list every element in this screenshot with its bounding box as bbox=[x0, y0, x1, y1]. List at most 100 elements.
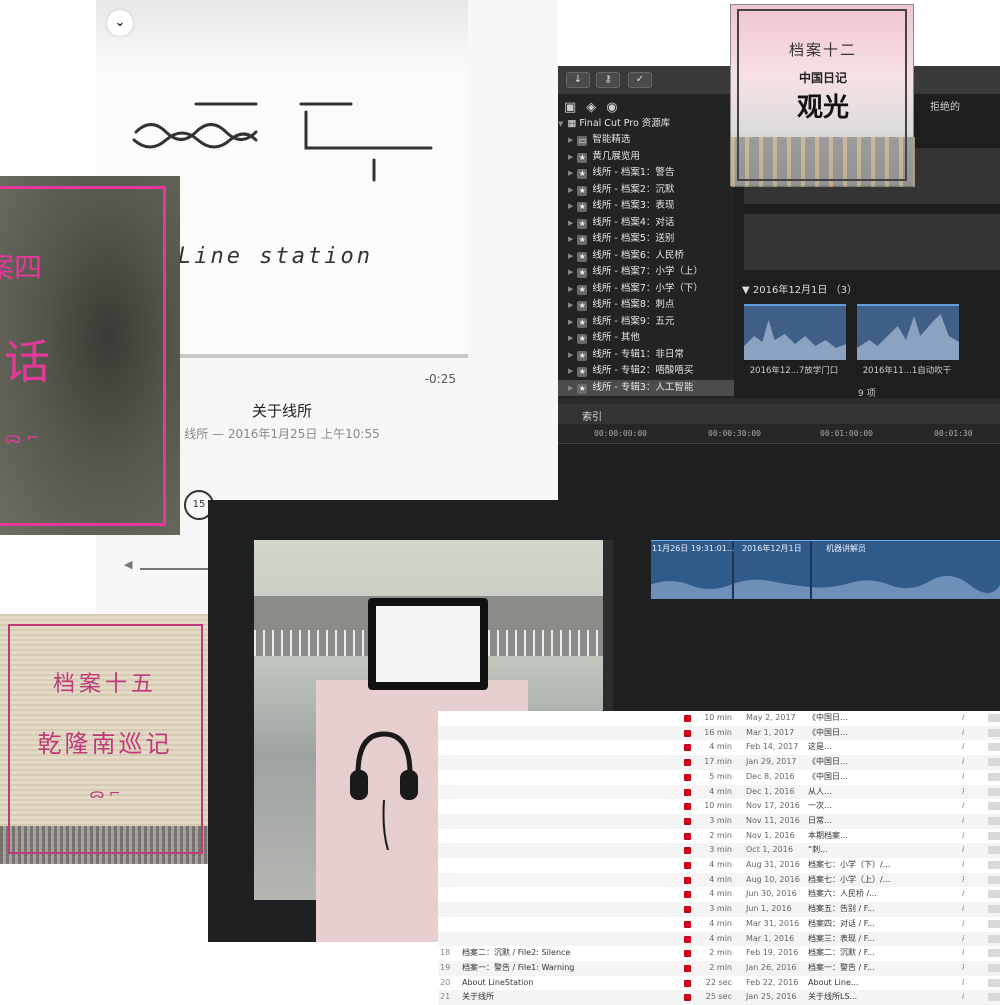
episode-row[interactable]: 3 min Oct 1, 2016 “刺... i bbox=[438, 843, 1000, 858]
episode-row[interactable]: 4 min Aug 31, 2016 档案七：小学（下）/... i bbox=[438, 858, 1000, 873]
cover-file-15: 档案十五 乾隆南巡记 ᯅ ⌐ bbox=[0, 614, 210, 864]
episode-description: 从人... bbox=[808, 786, 832, 796]
library-event-item[interactable]: ▶ ★ 线所 - 档案3：表现 bbox=[558, 198, 734, 214]
episode-duration: 4 min bbox=[709, 860, 732, 869]
info-icon[interactable]: i bbox=[962, 726, 964, 741]
info-icon[interactable]: i bbox=[962, 740, 964, 755]
library-event-item[interactable]: ▶ ★ 线所 - 其他 bbox=[558, 330, 734, 346]
cover-name: 观光 bbox=[796, 93, 849, 123]
play-count-bar bbox=[988, 758, 1000, 767]
episode-row[interactable]: 4 min Feb 14, 2017 这是... i bbox=[438, 740, 1000, 755]
library-event-item[interactable]: ▶ ★ 线所 - 专辑3：人工智能 bbox=[558, 379, 734, 396]
library-event-item[interactable]: ▶ ★ 线所 - 档案7：小学（下） bbox=[558, 281, 734, 297]
checkmark-icon[interactable]: ✓ bbox=[628, 72, 652, 88]
episode-row[interactable]: 5 min Dec 8, 2016 《中国日... i bbox=[438, 770, 1000, 785]
event-star-icon: ★ bbox=[577, 251, 588, 262]
play-count-bar bbox=[988, 816, 1000, 825]
library-root[interactable]: ▼ ▦ Final Cut Pro 资源库 bbox=[558, 116, 734, 132]
info-icon[interactable]: i bbox=[962, 873, 964, 888]
library-event-item[interactable]: ▶ ★ 黄几展览用 bbox=[558, 149, 734, 165]
episode-row[interactable]: 18 档案二：沉默 / File2: Silence 2 min Feb 19, 20… bbox=[438, 946, 1000, 961]
import-icon[interactable]: ↓ bbox=[566, 72, 590, 88]
episode-row[interactable]: 2 min Nov 1, 2016 本期档案... i bbox=[438, 829, 1000, 844]
episode-date: Nov 1, 2016 bbox=[746, 830, 795, 840]
date-group-header[interactable]: ▼ 2016年12月1日 （3） bbox=[742, 281, 857, 296]
timeline-index-button[interactable]: 索引 bbox=[582, 408, 602, 423]
episode-row[interactable]: 10 min May 2, 2017 《中国日... i bbox=[438, 711, 1000, 726]
playback-progress-bar[interactable] bbox=[180, 354, 468, 358]
event-star-icon: ★ bbox=[577, 301, 588, 311]
episode-number: 20 bbox=[440, 977, 451, 987]
info-icon[interactable]: i bbox=[962, 785, 964, 800]
info-icon[interactable]: i bbox=[962, 961, 964, 976]
download-status-icon bbox=[684, 715, 691, 722]
episode-row[interactable]: 4 min Aug 10, 2016 档案七：小学（上）/... i bbox=[438, 872, 1000, 888]
library-tab-icons[interactable]: ▣◈◉ bbox=[564, 100, 628, 115]
episode-row[interactable]: 10 min Nov 17, 2016 一次... i bbox=[438, 799, 1000, 814]
episode-row[interactable]: 4 min Jun 30, 2016 档案六：人民桥 /... i bbox=[438, 887, 1000, 902]
info-icon[interactable]: i bbox=[962, 843, 964, 858]
info-icon[interactable]: i bbox=[962, 902, 964, 917]
chevron-down-icon[interactable]: ⌄ bbox=[107, 10, 133, 36]
episode-duration: 4 min bbox=[709, 742, 732, 752]
play-count-bar bbox=[988, 787, 1000, 796]
episode-row[interactable]: 4 min Mar 1, 2016 档案三：表现 / F... i bbox=[438, 931, 1000, 947]
logo-glyph bbox=[132, 102, 433, 182]
info-icon[interactable]: i bbox=[962, 770, 964, 785]
info-icon[interactable]: i bbox=[962, 829, 964, 844]
library-event-item[interactable]: ▶ ★ 线所 - 档案1：警告 bbox=[558, 165, 734, 181]
info-icon[interactable]: i bbox=[962, 814, 964, 829]
info-icon[interactable]: i bbox=[962, 799, 964, 814]
volume-slider[interactable] bbox=[140, 568, 210, 570]
episode-description: 关于线所LS... bbox=[808, 992, 858, 1002]
volume-low-icon: ◀ bbox=[124, 558, 133, 571]
play-count-bar bbox=[988, 728, 1000, 737]
episode-row[interactable]: 17 min Jan 29, 2017 《中国日... i bbox=[438, 755, 1000, 770]
item-count: 9 项 bbox=[858, 389, 876, 399]
download-status-icon bbox=[684, 847, 691, 855]
library-event-item[interactable]: ▶ ★ 线所 - 档案9：五元 bbox=[558, 314, 734, 330]
library-event-item[interactable]: ▶ ★ 线所 - 档案6：人民桥 bbox=[558, 248, 734, 264]
info-icon[interactable]: i bbox=[962, 990, 964, 1005]
info-icon[interactable]: i bbox=[962, 932, 964, 947]
episode-row[interactable]: 16 min Mar 1, 2017 《中国日... i bbox=[438, 725, 1000, 741]
episode-row[interactable]: 20 About LineStation 22 sec Feb 22, 2016 Abo… bbox=[438, 976, 1000, 991]
episode-row[interactable]: 4 min Mar 31, 2016 档案四：对话 / F... i bbox=[438, 917, 1000, 932]
library-event-item[interactable]: ▶ ★ 线所 - 档案5：送别 bbox=[558, 231, 734, 247]
episode-row[interactable]: 3 min Jun 1, 2016 档案五：告别 / F... i bbox=[438, 902, 1000, 917]
event-star-icon: ★ bbox=[577, 367, 588, 377]
library-event-item[interactable]: ▶ ★ 线所 - 档案7：小学（上） bbox=[558, 264, 734, 280]
browser-filter-menu[interactable]: 拒绝的 bbox=[930, 98, 960, 113]
library-event-item[interactable]: ▶ ★ 线所 - 档案4：对话 bbox=[558, 215, 734, 231]
episode-duration: 2 min bbox=[709, 962, 732, 972]
episode-date: Feb 22, 2016 bbox=[746, 977, 799, 987]
episode-row[interactable]: 3 min Nov 11, 2016 日常... i bbox=[438, 813, 1000, 829]
episode-date: Oct 1, 2016 bbox=[746, 845, 793, 855]
clip-thumbnail[interactable] bbox=[744, 304, 846, 360]
info-icon[interactable]: i bbox=[962, 917, 964, 932]
episode-row[interactable]: 21 关于线所 25 sec Jan 25, 2016 关于线所LS... i bbox=[438, 990, 1000, 1005]
key-icon[interactable]: ⚷ bbox=[596, 72, 620, 88]
play-count-bar bbox=[988, 875, 1000, 884]
play-count-bar bbox=[988, 919, 1000, 928]
info-icon[interactable]: i bbox=[962, 946, 964, 961]
library-event-item[interactable]: ▶ ★ 线所 - 专辑1：非日常 bbox=[558, 347, 734, 363]
episode-date: Jan 26, 2016 bbox=[746, 962, 797, 972]
library-event-item[interactable]: ▶ ★ 线所 - 专辑2：唔酸唔买 bbox=[558, 363, 734, 379]
episode-duration: 4 min bbox=[709, 918, 732, 928]
episode-duration: 17 min bbox=[704, 757, 732, 767]
episode-row[interactable]: 19 档案一：警告 / File1: Warning 2 min Jan 26, 20… bbox=[438, 960, 1000, 976]
episode-row[interactable]: 4 min Dec 1, 2016 从人... i bbox=[438, 784, 1000, 800]
info-icon[interactable]: i bbox=[962, 887, 964, 902]
library-event-item[interactable]: ▶ ★ 线所 - 档案2：沉默 bbox=[558, 182, 734, 198]
library-event-item[interactable]: ▶ ▭ 智能精选 bbox=[558, 132, 734, 148]
info-icon[interactable]: i bbox=[962, 711, 964, 726]
clip-thumbnail[interactable] bbox=[857, 304, 959, 360]
library-event-item[interactable]: ▶ ★ 线所 - 档案8：刺点 bbox=[558, 297, 734, 313]
episode-date: Mar 1, 2017 bbox=[746, 727, 795, 737]
timeline-audio-clips[interactable]: 11月26日 19:31:01... 2016年12月1日 机器讲解员 bbox=[650, 540, 1000, 599]
episode-description: 档案七：小学（上）/... bbox=[808, 874, 891, 884]
info-icon[interactable]: i bbox=[962, 976, 964, 991]
info-icon[interactable]: i bbox=[962, 858, 964, 873]
info-icon[interactable]: i bbox=[962, 755, 964, 770]
